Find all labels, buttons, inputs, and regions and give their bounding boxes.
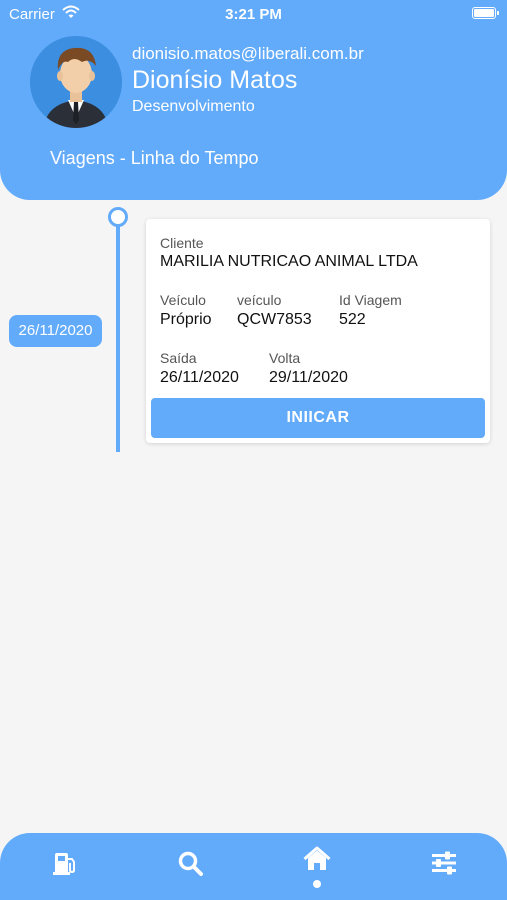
tab-search[interactable]	[160, 833, 220, 900]
status-bar: Carrier 3:21 PM	[0, 0, 507, 28]
home-icon	[303, 846, 331, 870]
timeline-line	[116, 216, 120, 452]
tab-settings[interactable]	[414, 833, 474, 900]
user-avatar-icon	[30, 36, 122, 128]
tab-fuel[interactable]	[35, 833, 95, 900]
clock: 3:21 PM	[225, 6, 282, 23]
departure-date: 26/11/2020	[160, 369, 239, 386]
bottom-tab-bar	[0, 833, 507, 900]
timeline-node	[108, 207, 128, 227]
avatar[interactable]	[30, 36, 122, 128]
active-tab-indicator	[313, 880, 321, 888]
trip-id-label: Id Viagem	[339, 292, 402, 308]
departure-label: Saída	[160, 350, 197, 366]
client-label: Cliente	[160, 235, 204, 251]
vehicle-label: Veículo	[160, 292, 206, 308]
user-name: Dionísio Matos	[132, 66, 298, 94]
sliders-icon	[432, 851, 456, 875]
return-label: Volta	[269, 350, 301, 366]
return-date: 29/11/2020	[269, 369, 348, 386]
vehicle-value: Próprio	[160, 311, 212, 328]
search-icon	[178, 851, 203, 876]
battery-icon	[472, 7, 499, 19]
client-name: MARILIA NUTRICAO ANIMAL LTDA	[160, 253, 418, 270]
page-title: Viagens - Linha do Tempo	[50, 148, 259, 168]
start-trip-button[interactable]: INIICAR	[151, 398, 485, 438]
plate-value: QCW7853	[237, 311, 312, 328]
user-email: dionisio.matos@liberali.com.br	[132, 44, 364, 63]
timeline-date-badge: 26/11/2020	[9, 315, 102, 347]
trip-id-value: 522	[339, 311, 366, 328]
fuel-pump-icon	[53, 853, 75, 875]
tab-home[interactable]	[287, 833, 347, 900]
trip-card[interactable]: Cliente MARILIA NUTRICAO ANIMAL LTDA Veí…	[146, 219, 490, 443]
user-department: Desenvolvimento	[132, 98, 255, 115]
profile-header: Carrier 3:21 PM dionisio.matos@liberali.…	[0, 0, 507, 200]
plate-label: veículo	[237, 292, 282, 308]
